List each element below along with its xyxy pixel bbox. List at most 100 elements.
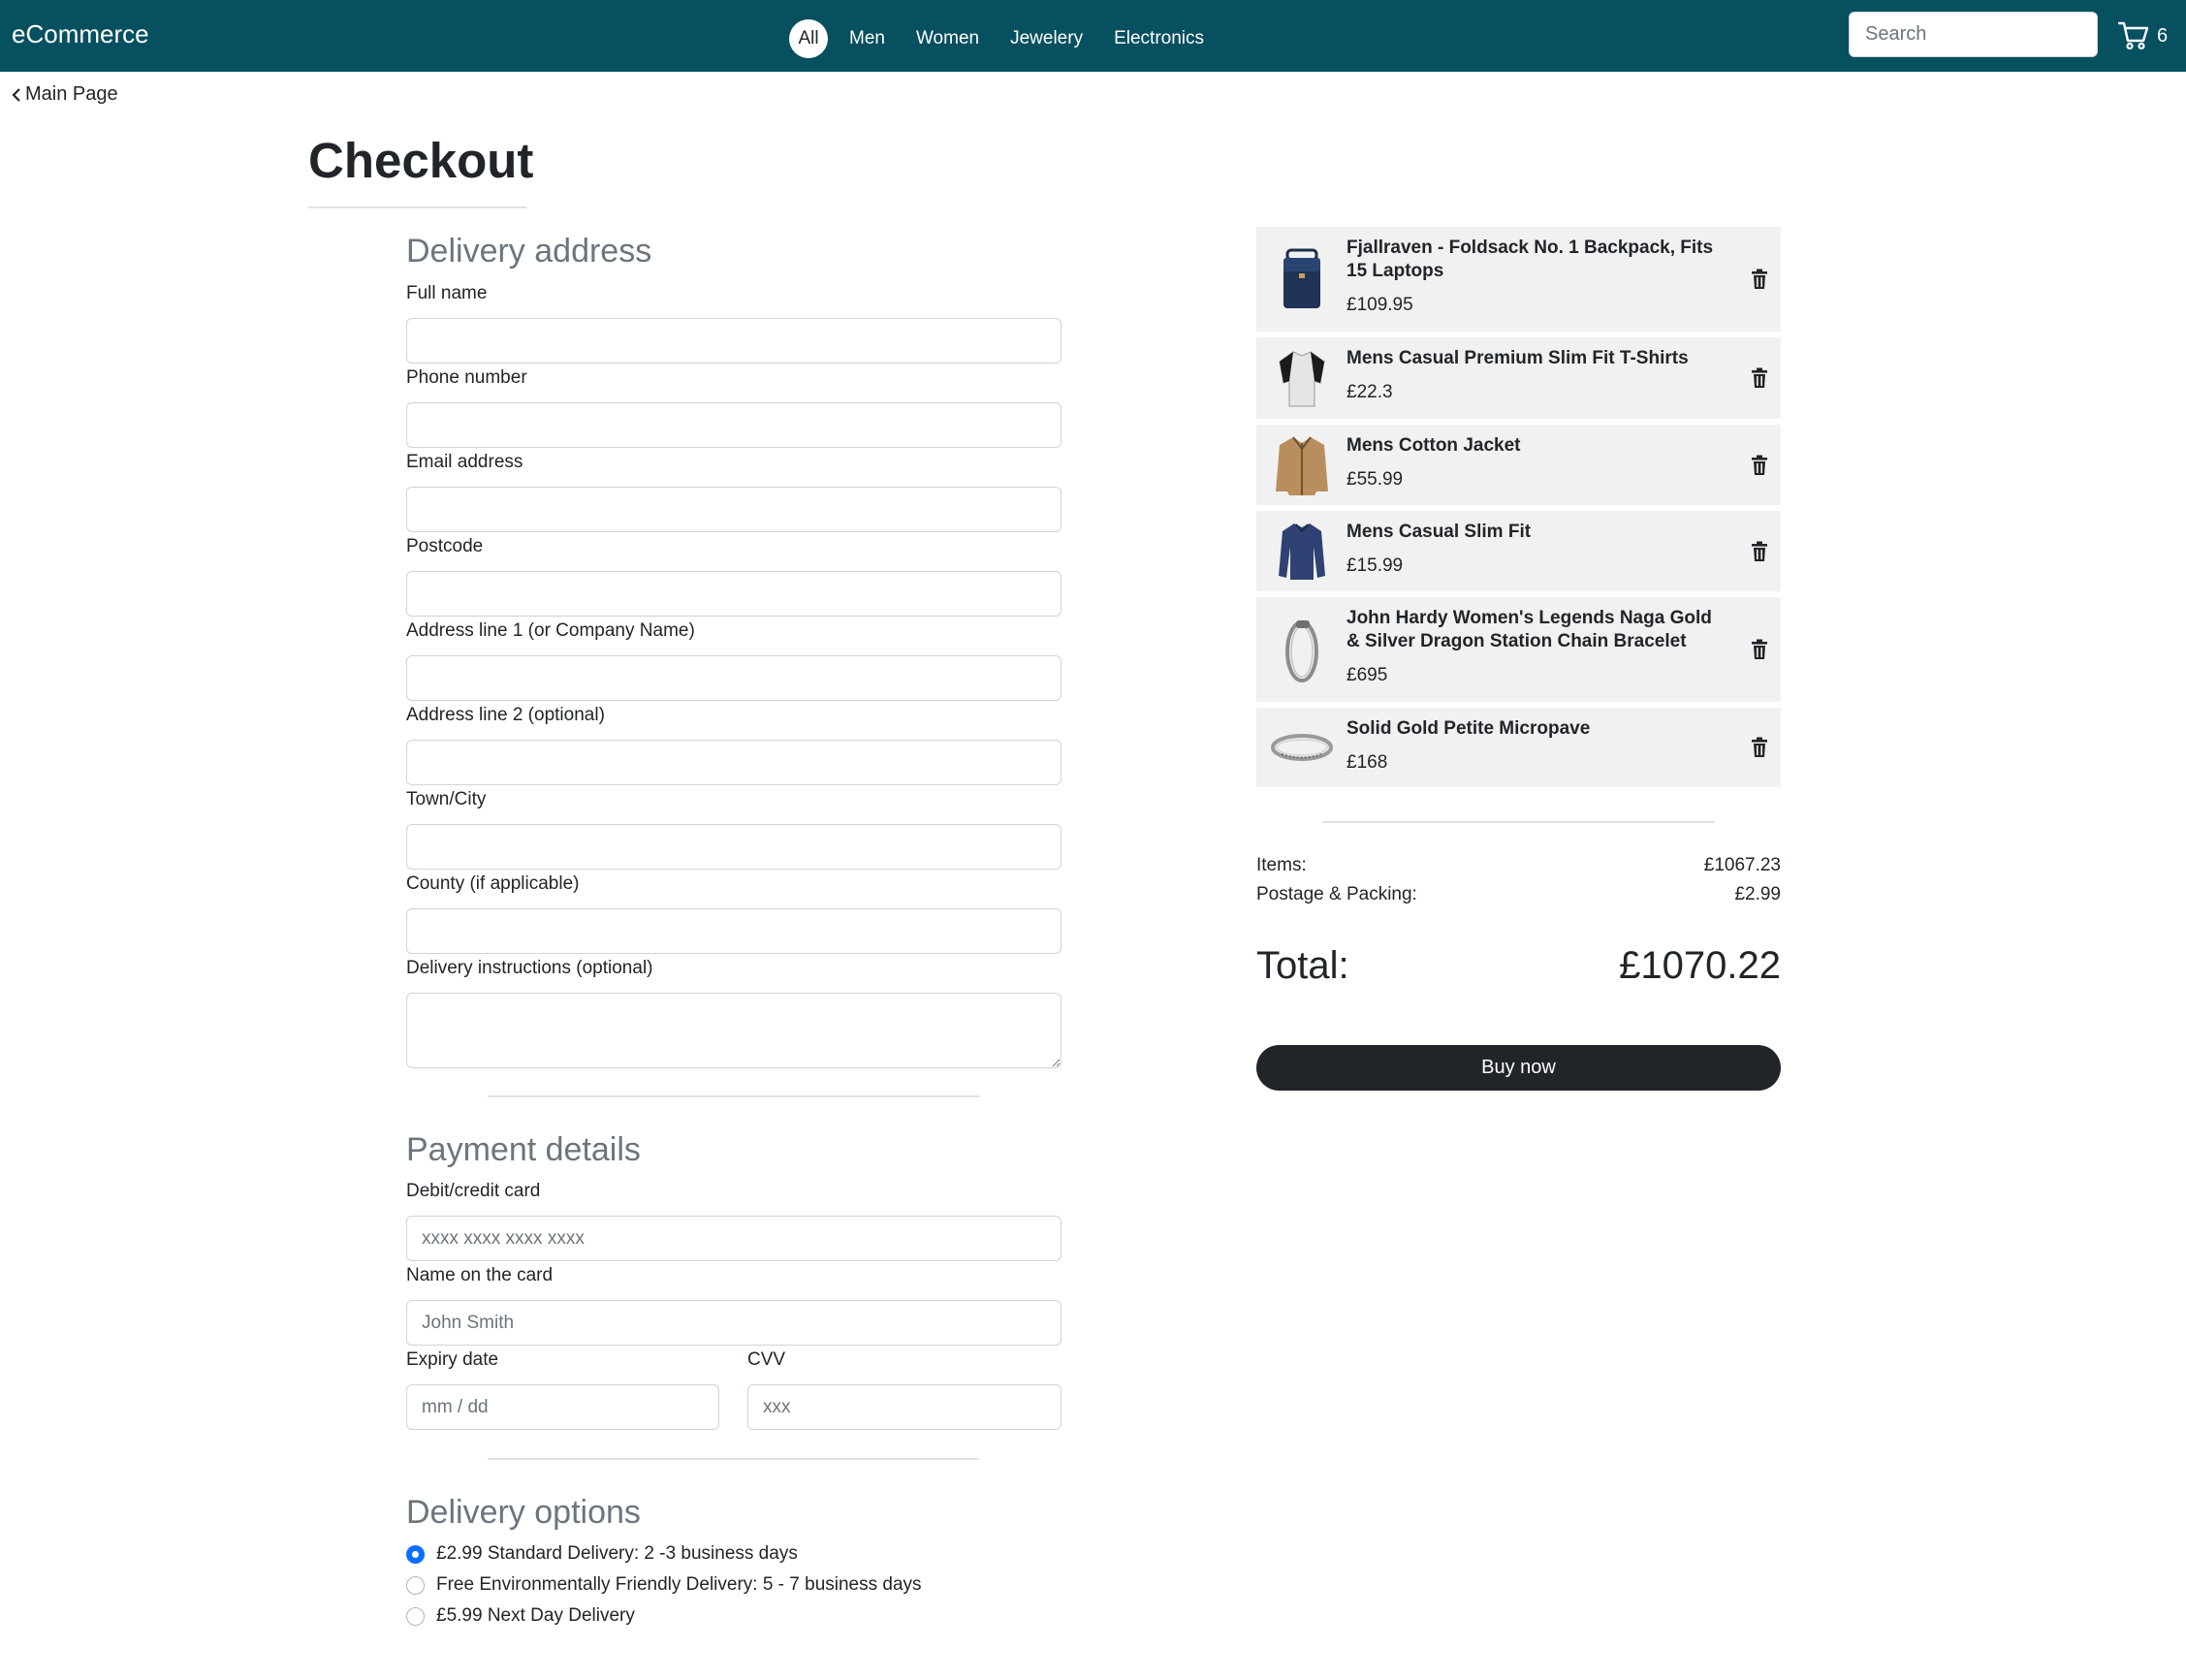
cart-item-info: Mens Casual Slim Fit £15.99: [1346, 511, 1781, 591]
cart-items-list: Fjallraven - Foldsack No. 1 Backpack, Fi…: [1256, 227, 1781, 793]
product-thumbnail: [1256, 597, 1346, 702]
cart-button[interactable]: 6: [2118, 21, 2168, 50]
product-thumbnail: [1256, 425, 1346, 505]
phone-number-label: Phone number: [406, 367, 527, 388]
radio-button[interactable]: [406, 1544, 425, 1564]
cart-item-price: £55.99: [1346, 469, 1404, 490]
cart-item: Mens Casual Slim Fit £15.99: [1256, 511, 1781, 591]
cart-item-price: £168: [1346, 752, 1388, 773]
bracelet-icon: [1284, 620, 1318, 682]
address-line-2-input[interactable]: [406, 740, 1061, 785]
back-to-main-link[interactable]: Main Page: [12, 83, 118, 106]
nav-link-women[interactable]: Women: [901, 19, 995, 58]
title-divider: [308, 206, 526, 208]
postage-value: £2.99: [1734, 884, 1781, 904]
product-thumbnail: [1256, 708, 1346, 787]
page-title: Checkout: [308, 133, 534, 188]
phone-number-input[interactable]: [406, 402, 1061, 448]
address-line-1-label: Address line 1 (or Company Name): [406, 620, 695, 641]
county-label: County (if applicable): [406, 873, 580, 894]
nav-link-all[interactable]: All: [789, 19, 828, 58]
cvv-input[interactable]: [747, 1384, 1061, 1430]
backpack-icon: [1283, 248, 1320, 308]
email-address-label: Email address: [406, 452, 523, 472]
radio-button[interactable]: [406, 1575, 425, 1595]
total-label: Total:: [1256, 944, 1349, 987]
delivery-option-eco[interactable]: Free Environmentally Friendly Delivery: …: [406, 1574, 922, 1596]
card-name-label: Name on the card: [406, 1265, 554, 1285]
cart-item-name[interactable]: Mens Casual Premium Slim Fit T-Shirts: [1346, 347, 1723, 370]
category-nav: All Men Women Jewelery Electronics: [789, 19, 1220, 58]
cart-item-price: £22.3: [1346, 382, 1393, 402]
tshirt-icon: [1278, 351, 1325, 407]
expiry-date-label: Expiry date: [406, 1349, 499, 1370]
cart-item-info: Solid Gold Petite Micropave £168: [1346, 708, 1781, 787]
jacket-icon: [1275, 435, 1328, 495]
cart-item-info: Mens Casual Premium Slim Fit T-Shirts £2…: [1346, 337, 1781, 419]
postcode-label: Postcode: [406, 536, 484, 556]
card-number-label: Debit/credit card: [406, 1181, 541, 1201]
ring-icon: [1270, 734, 1333, 761]
county-input[interactable]: [406, 908, 1061, 954]
cart-item: Fjallraven - Foldsack No. 1 Backpack, Fi…: [1256, 227, 1781, 332]
cart-item-price: £695: [1346, 665, 1388, 685]
brand-logo[interactable]: eCommerce: [12, 19, 149, 49]
items-subtotal-label: Items:: [1256, 855, 1307, 875]
section-divider: [488, 1458, 979, 1460]
trash-icon[interactable]: [1751, 269, 1768, 290]
cart-item: Solid Gold Petite Micropave £168: [1256, 708, 1781, 787]
chevron-left-icon: [12, 87, 20, 102]
nav-link-men[interactable]: Men: [834, 19, 901, 58]
section-divider: [488, 1095, 979, 1097]
email-address-input[interactable]: [406, 487, 1061, 532]
cart-item-name[interactable]: Mens Casual Slim Fit: [1346, 521, 1723, 544]
delivery-instructions-textarea[interactable]: [406, 993, 1061, 1068]
full-name-input[interactable]: [406, 318, 1061, 364]
nav-link-jewelery[interactable]: Jewelery: [995, 19, 1098, 58]
cart-count: 6: [2157, 24, 2169, 47]
cart-item-name[interactable]: John Hardy Women's Legends Naga Gold & S…: [1346, 607, 1723, 653]
product-thumbnail: [1256, 337, 1346, 419]
cart-item-name[interactable]: Solid Gold Petite Micropave: [1346, 717, 1723, 741]
expiry-date-input[interactable]: [406, 1384, 719, 1430]
delivery-option-label: £2.99 Standard Delivery: 2 -3 business d…: [436, 1543, 798, 1564]
total-row: Total: £1070.22: [1256, 944, 1781, 988]
trash-icon[interactable]: [1751, 639, 1768, 660]
buy-now-button[interactable]: Buy now: [1256, 1045, 1781, 1091]
card-number-input[interactable]: [406, 1216, 1061, 1261]
longsleeve-icon: [1278, 523, 1325, 580]
trash-icon[interactable]: [1751, 737, 1768, 758]
nav-link-electronics[interactable]: Electronics: [1098, 19, 1220, 58]
address-line-1-input[interactable]: [406, 655, 1061, 701]
delivery-option-label: £5.99 Next Day Delivery: [436, 1605, 635, 1626]
items-subtotal-value: £1067.23: [1703, 855, 1781, 875]
cart-item-name[interactable]: Mens Cotton Jacket: [1346, 434, 1723, 458]
delivery-instructions-label: Delivery instructions (optional): [406, 958, 653, 978]
trash-icon[interactable]: [1751, 367, 1768, 389]
cart-item: John Hardy Women's Legends Naga Gold & S…: [1256, 597, 1781, 702]
delivery-option-next-day[interactable]: £5.99 Next Day Delivery: [406, 1605, 635, 1627]
cart-item-name[interactable]: Fjallraven - Foldsack No. 1 Backpack, Fi…: [1346, 237, 1723, 283]
cart-item-info: Fjallraven - Foldsack No. 1 Backpack, Fi…: [1346, 227, 1781, 332]
radio-button[interactable]: [406, 1606, 425, 1626]
cart-item: Mens Cotton Jacket £55.99: [1256, 425, 1781, 505]
cart-item-info: Mens Cotton Jacket £55.99: [1346, 425, 1781, 505]
cart-item-info: John Hardy Women's Legends Naga Gold & S…: [1346, 597, 1781, 702]
full-name-label: Full name: [406, 283, 488, 303]
trash-icon[interactable]: [1751, 541, 1768, 562]
town-city-label: Town/City: [406, 789, 487, 809]
postcode-input[interactable]: [406, 571, 1061, 617]
cart-item: Mens Casual Premium Slim Fit T-Shirts £2…: [1256, 337, 1781, 419]
postage-row: Postage & Packing: £2.99: [1256, 884, 1781, 905]
total-value: £1070.22: [1619, 944, 1781, 987]
navbar: eCommerce All Men Women Jewelery Electro…: [0, 0, 2186, 72]
town-city-input[interactable]: [406, 824, 1061, 870]
cart-item-price: £109.95: [1346, 295, 1413, 315]
back-link-label: Main Page: [25, 83, 118, 105]
address-line-2-label: Address line 2 (optional): [406, 705, 605, 725]
items-subtotal-row: Items: £1067.23: [1256, 855, 1781, 876]
search-input[interactable]: [1849, 12, 2098, 57]
card-name-input[interactable]: [406, 1300, 1061, 1346]
trash-icon[interactable]: [1751, 455, 1768, 476]
delivery-option-standard[interactable]: £2.99 Standard Delivery: 2 -3 business d…: [406, 1543, 798, 1565]
